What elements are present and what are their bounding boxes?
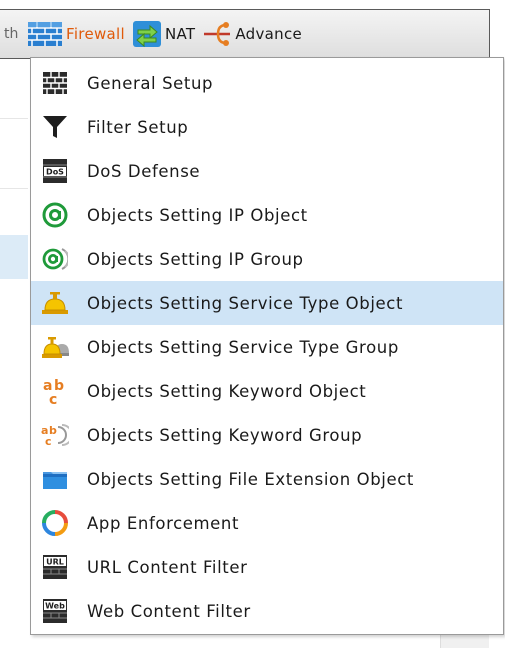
brick-wall-icon <box>41 69 69 97</box>
menu-item-label: Objects Setting IP Object <box>87 205 308 225</box>
nat-arrows-icon <box>131 19 163 49</box>
menu-item-label: Objects Setting File Extension Object <box>87 469 414 489</box>
menu-item-url-content-filter[interactable]: URL URL Content Filter <box>31 545 503 589</box>
menu-item-file-extension-object[interactable]: Objects Setting File Extension Object <box>31 457 503 501</box>
menu-item-label: DoS Defense <box>87 161 201 181</box>
url-icon-text: URL <box>46 558 64 567</box>
advance-branch-icon <box>201 19 233 49</box>
menu-item-label: Objects Setting Service Type Object <box>87 293 404 313</box>
web-shield-icon: Web <box>41 597 69 625</box>
menu-item-filter-setup[interactable]: Filter Setup <box>31 105 503 149</box>
top-toolbar: th Firewall NAT Advance <box>0 9 490 59</box>
url-shield-icon: URL <box>41 553 69 581</box>
at-sign-group-icon <box>41 245 69 273</box>
firewall-dropdown-menu: General Setup Filter Setup DoS DoS Defen… <box>30 57 504 635</box>
svg-text:c: c <box>45 435 52 448</box>
firewall-brick-icon <box>26 19 64 49</box>
menu-item-ip-object[interactable]: Objects Setting IP Object <box>31 193 503 237</box>
menu-item-web-content-filter[interactable]: Web Web Content Filter <box>31 589 503 633</box>
toolbar-previous-item-fragment[interactable]: th <box>4 26 26 42</box>
menu-item-app-enforcement[interactable]: App Enforcement <box>31 501 503 545</box>
tab-firewall[interactable]: Firewall <box>26 14 125 54</box>
menu-item-label: URL Content Filter <box>87 557 248 577</box>
web-icon-text: Web <box>45 602 65 611</box>
dos-icon-text: DoS <box>46 168 64 177</box>
dos-shield-icon: DoS <box>41 157 69 185</box>
tab-firewall-label: Firewall <box>66 25 125 43</box>
tab-advance-label: Advance <box>235 25 303 43</box>
menu-item-service-type-object[interactable]: Objects Setting Service Type Object <box>31 281 503 325</box>
tab-nat-label: NAT <box>164 25 196 43</box>
menu-item-label: Objects Setting Service Type Group <box>87 337 399 357</box>
menu-item-label: App Enforcement <box>87 513 240 533</box>
tab-advance[interactable]: Advance <box>201 14 302 54</box>
menu-item-keyword-group[interactable]: a b c Objects Setting Keyword Group <box>31 413 503 457</box>
at-sign-icon <box>41 201 69 229</box>
abc-keyword-group-icon: a b c <box>41 421 69 449</box>
service-bell-group-icon <box>41 333 69 361</box>
menu-item-general-setup[interactable]: General Setup <box>31 61 503 105</box>
app-ring-icon <box>41 509 69 537</box>
funnel-icon <box>41 113 69 141</box>
svg-text:c: c <box>49 392 57 406</box>
menu-item-service-type-group[interactable]: Objects Setting Service Type Group <box>31 325 503 369</box>
menu-item-label: Web Content Filter <box>87 601 251 621</box>
menu-item-keyword-object[interactable]: a b c Objects Setting Keyword Object <box>31 369 503 413</box>
background-highlight <box>0 235 28 279</box>
menu-item-label: Objects Setting Keyword Group <box>87 425 363 445</box>
menu-item-label: Objects Setting IP Group <box>87 249 304 269</box>
abc-keyword-icon: a b c <box>41 377 69 406</box>
background-divider <box>0 188 28 189</box>
background-divider <box>0 118 28 119</box>
menu-item-dos-defense[interactable]: DoS DoS Defense <box>31 149 503 193</box>
folder-icon <box>41 465 69 493</box>
menu-item-label: Objects Setting Keyword Object <box>87 381 367 401</box>
service-bell-icon <box>41 289 69 317</box>
menu-item-label: General Setup <box>87 73 214 93</box>
menu-item-ip-group[interactable]: Objects Setting IP Group <box>31 237 503 281</box>
menu-item-label: Filter Setup <box>87 117 189 137</box>
tab-nat[interactable]: NAT <box>131 14 195 54</box>
